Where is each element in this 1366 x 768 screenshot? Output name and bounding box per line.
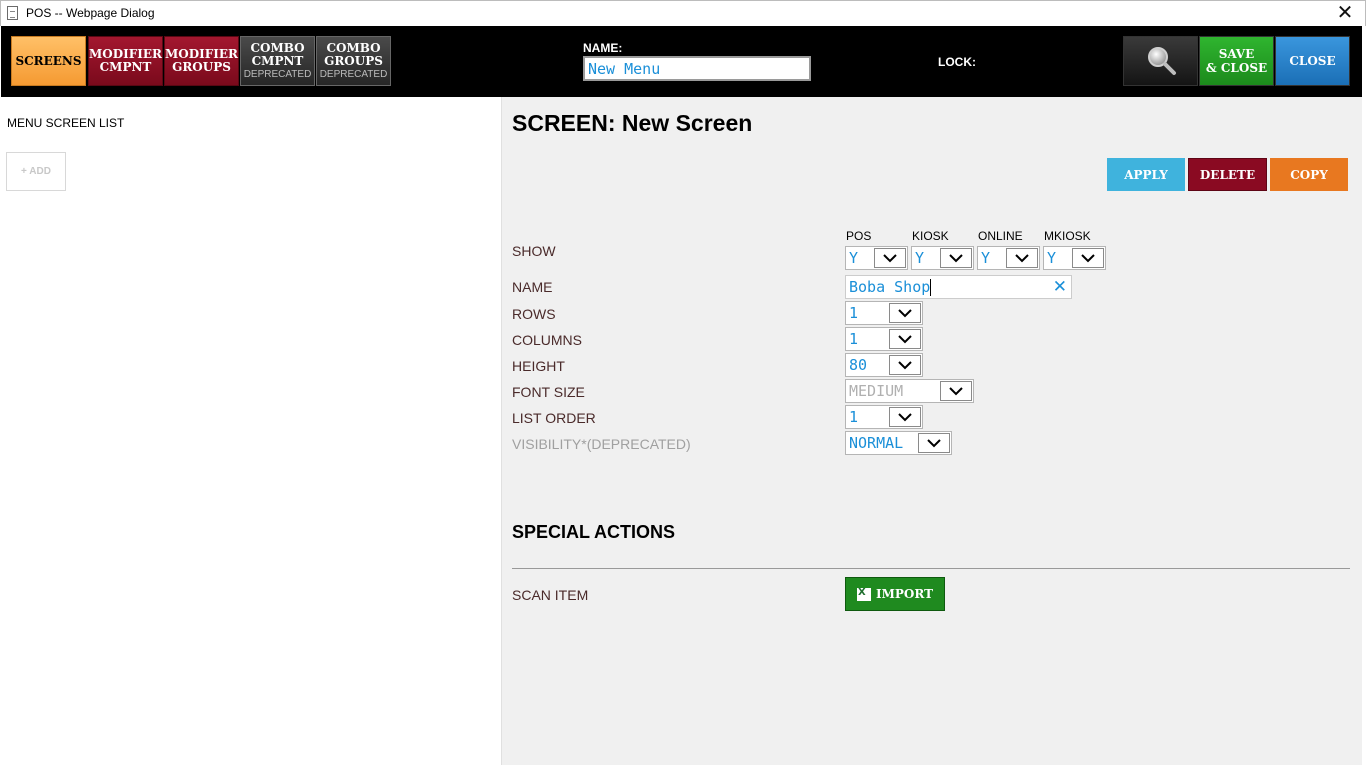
chevron-down-icon (889, 407, 921, 427)
tab-deprecated-note: DEPRECATED (243, 68, 312, 80)
chevron-down-icon (889, 303, 921, 323)
document-icon (7, 6, 18, 20)
list-order-label: LIST ORDER (512, 410, 596, 426)
copy-button[interactable]: COPY (1270, 158, 1348, 191)
tab-combo-cmpnt[interactable]: COMBO CMPNT DEPRECATED (240, 36, 315, 86)
chevron-down-icon (889, 329, 921, 349)
columns-select[interactable]: 1 (845, 327, 923, 351)
window-title: POS -- Webpage Dialog (26, 6, 155, 20)
menu-screen-list-title: MENU SCREEN LIST (7, 116, 125, 130)
menu-name-label: NAME: (583, 41, 623, 55)
chevron-down-icon (918, 433, 950, 453)
screen-editor-panel: SCREEN: New Screen APPLY DELETE COPY SHO… (502, 97, 1362, 765)
list-order-select[interactable]: 1 (845, 405, 923, 429)
select-value: 1 (849, 408, 859, 426)
height-select[interactable]: 80 (845, 353, 923, 377)
select-value: MEDIUM (849, 382, 904, 400)
import-button[interactable]: IMPORT (845, 577, 945, 611)
screen-name-label: NAME (512, 279, 553, 295)
tab-combo-groups[interactable]: COMBO GROUPS DEPRECATED (316, 36, 391, 86)
show-pos-select[interactable]: Y (845, 246, 908, 270)
save-label-line2: & CLOSE (1205, 61, 1268, 75)
select-value: Y (981, 249, 991, 267)
select-value: 1 (849, 330, 859, 348)
window-titlebar: POS -- Webpage Dialog ✕ (0, 0, 1366, 26)
chevron-down-icon (940, 248, 972, 268)
show-mkiosk-header: MKIOSK (1044, 229, 1091, 243)
scan-item-label: SCAN ITEM (512, 587, 589, 603)
magnifier-icon (1147, 47, 1176, 75)
tab-deprecated-note: DEPRECATED (319, 68, 388, 80)
delete-button[interactable]: DELETE (1188, 158, 1267, 191)
show-mkiosk-select[interactable]: Y (1043, 246, 1106, 270)
tab-modifier-groups[interactable]: MODIFIER GROUPS (164, 36, 239, 86)
excel-icon (856, 587, 871, 601)
chevron-down-icon (940, 381, 972, 401)
window-close-button[interactable]: ✕ (1335, 3, 1355, 23)
screen-name-input[interactable]: Boba Shop ✕ (845, 275, 1072, 299)
select-value: Y (1047, 249, 1057, 267)
tab-modifier-cmpnt[interactable]: MODIFIER CMPNT (88, 36, 163, 86)
clear-icon[interactable]: ✕ (1053, 277, 1067, 297)
tab-label-line2: GROUPS (324, 53, 383, 68)
tab-screens-label: SCREENS (15, 53, 82, 68)
height-label: HEIGHT (512, 358, 565, 374)
close-button[interactable]: CLOSE (1275, 36, 1350, 86)
tab-label-line1: COMBO (250, 40, 305, 55)
columns-label: COLUMNS (512, 332, 583, 348)
show-online-select[interactable]: Y (977, 246, 1040, 270)
select-value: NORMAL (849, 434, 904, 452)
tab-label-line2: CMPNT (251, 53, 304, 68)
rows-label: ROWS (512, 306, 556, 322)
tab-label-line1: COMBO (326, 40, 381, 55)
lock-label: LOCK: (938, 55, 976, 69)
show-pos-header: POS (846, 229, 872, 243)
search-button[interactable] (1123, 36, 1198, 86)
chevron-down-icon (1072, 248, 1104, 268)
tab-screens[interactable]: SCREENS (11, 36, 86, 86)
show-label: SHOW (512, 243, 556, 259)
select-value: 1 (849, 304, 859, 322)
text-caret (930, 279, 932, 296)
special-actions-title: SPECIAL ACTIONS (512, 522, 676, 542)
toolbar: SCREENS MODIFIER CMPNT MODIFIER GROUPS C… (1, 26, 1362, 97)
import-label: IMPORT (875, 587, 934, 601)
save-and-close-button[interactable]: SAVE & CLOSE (1199, 36, 1274, 86)
tab-label-line2: GROUPS (172, 60, 231, 74)
font-size-select[interactable]: MEDIUM (845, 379, 974, 403)
screen-title: SCREEN: New Screen (512, 110, 753, 136)
apply-button[interactable]: APPLY (1107, 158, 1185, 191)
visibility-label: VISIBILITY*(DEPRECATED) (512, 436, 691, 452)
select-value: Y (915, 249, 925, 267)
visibility-select[interactable]: NORMAL (845, 431, 952, 455)
menu-name-input[interactable]: New Menu (583, 56, 811, 81)
add-screen-button[interactable]: + ADD (6, 152, 66, 191)
chevron-down-icon (889, 355, 921, 375)
chevron-down-icon (1006, 248, 1038, 268)
show-kiosk-header: KIOSK (912, 229, 949, 243)
show-kiosk-select[interactable]: Y (911, 246, 974, 270)
select-value: Y (849, 249, 859, 267)
select-value: 80 (849, 356, 868, 374)
chevron-down-icon (874, 248, 906, 268)
show-online-header: ONLINE (978, 229, 1023, 243)
font-size-label: FONT SIZE (512, 384, 585, 400)
input-value: Boba Shop (849, 278, 932, 296)
menu-screen-list-panel: MENU SCREEN LIST + ADD (1, 97, 502, 765)
rows-select[interactable]: 1 (845, 301, 923, 325)
screen-name-value: Boba Shop (849, 278, 931, 296)
tab-label-line2: CMPNT (99, 60, 152, 74)
save-label-line1: SAVE (1218, 47, 1255, 61)
section-divider (512, 568, 1350, 569)
